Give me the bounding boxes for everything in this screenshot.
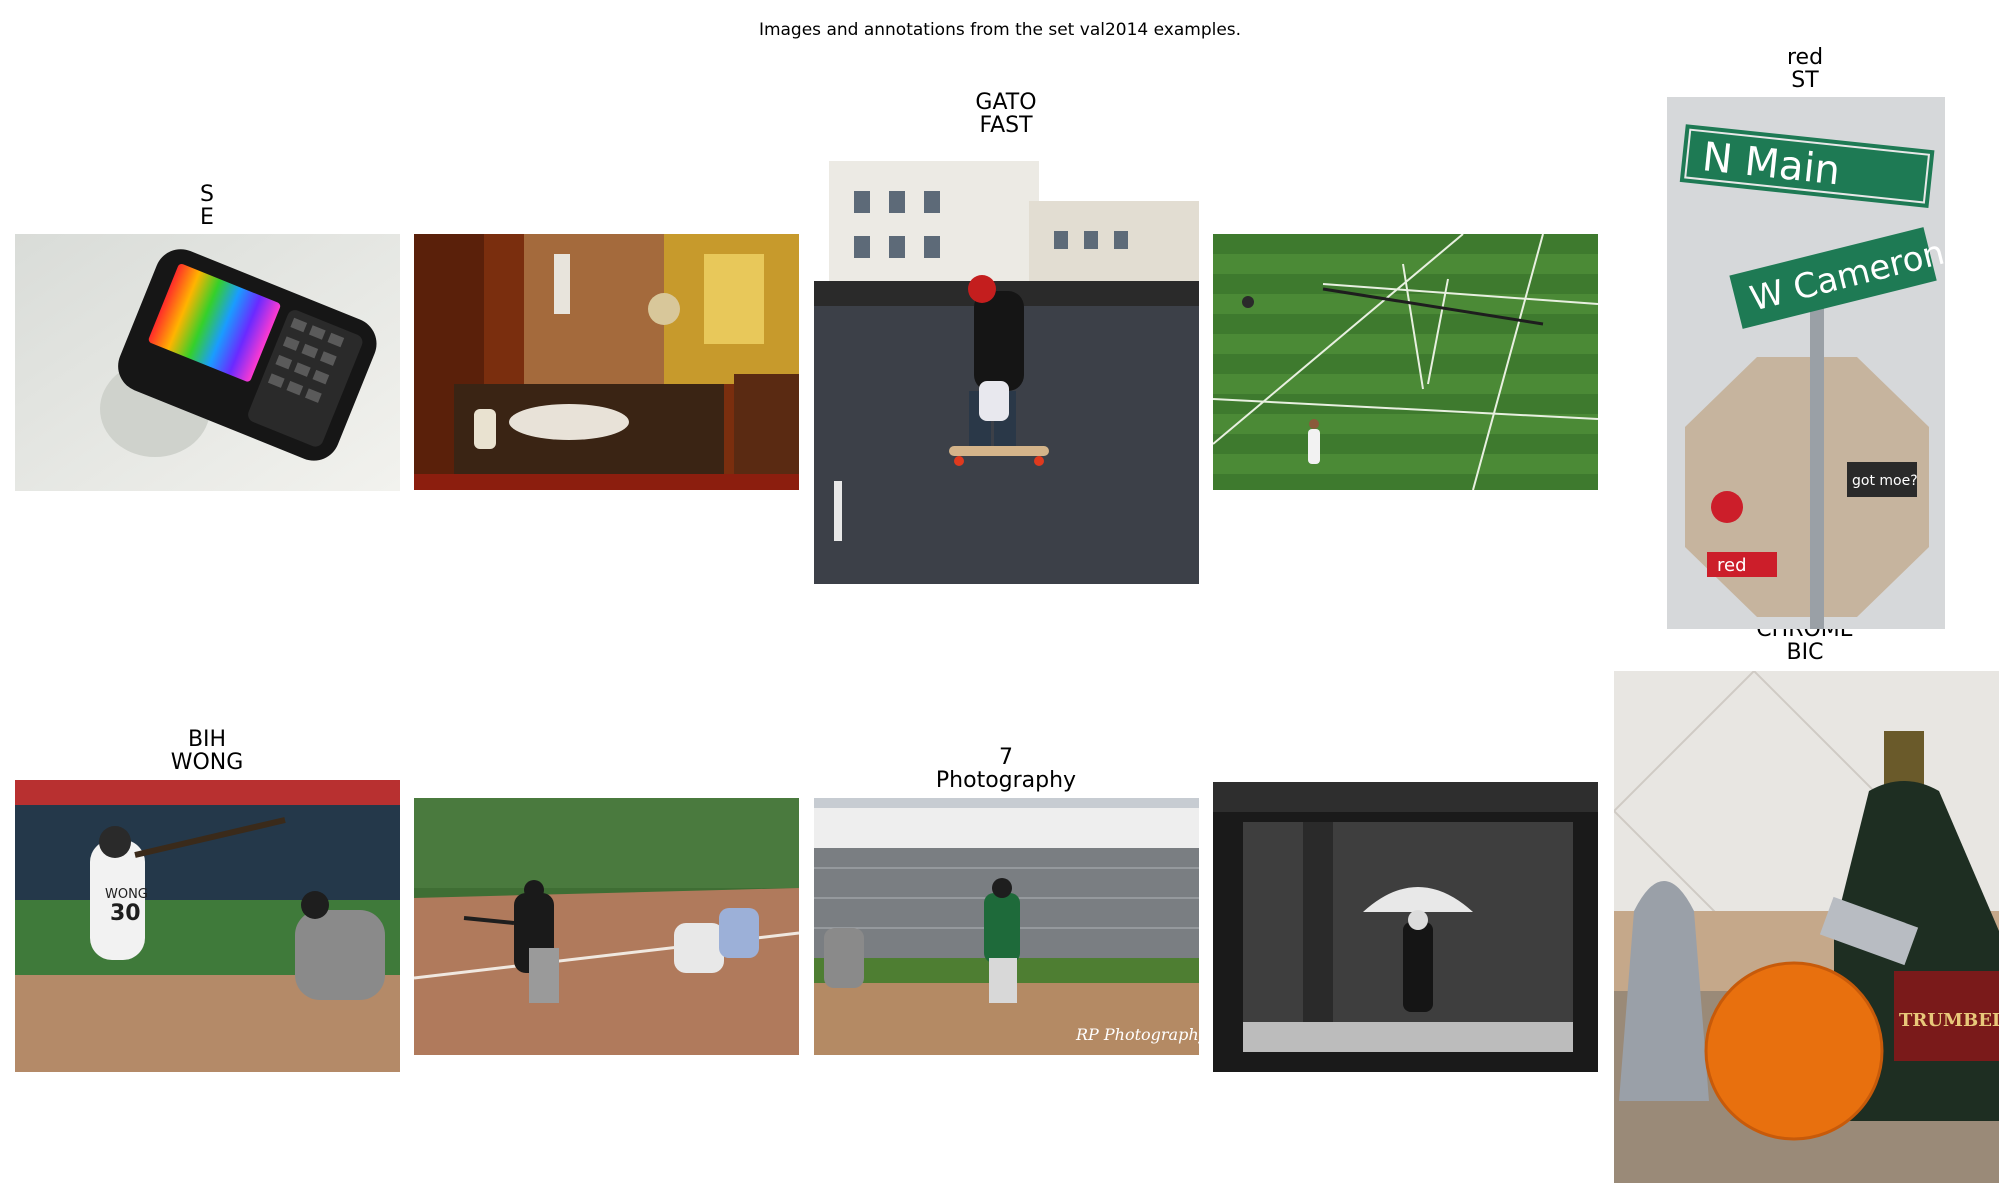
image-orange: TRUMBEL: [1614, 671, 1999, 1183]
figure-title: Images and annotations from the set val2…: [758, 20, 1242, 40]
caption-baseball1: BIH WONG: [170, 727, 244, 775]
image-bathroom: [414, 234, 799, 490]
image-baseball-wong: WONG 30: [15, 780, 400, 1072]
sticker-got-moe: got moe?: [1852, 473, 1918, 489]
image-umbrella: [1213, 782, 1598, 1072]
image-baseball-infield: [414, 798, 799, 1055]
watermark-text: RP Photography: [1075, 1025, 1199, 1044]
caption-baseball3: 7 Photography: [935, 745, 1077, 793]
image-tennis: [1213, 234, 1598, 490]
image-phone: [15, 234, 400, 491]
caption-street: GATO FAST: [975, 90, 1037, 138]
image-street-sign: N Main W Cameron red got moe?: [1667, 97, 1945, 629]
bottle-label: TRUMBEL: [1899, 1010, 1999, 1031]
sticker-red: red: [1717, 555, 1747, 576]
image-baseball-photography: RP Photography: [814, 798, 1199, 1055]
caption-phone: SE: [200, 182, 214, 230]
jersey-name: WONG: [105, 887, 148, 902]
caption-sign: red ST: [1786, 45, 1824, 93]
image-street: [814, 141, 1199, 584]
jersey-number: 30: [110, 901, 141, 926]
